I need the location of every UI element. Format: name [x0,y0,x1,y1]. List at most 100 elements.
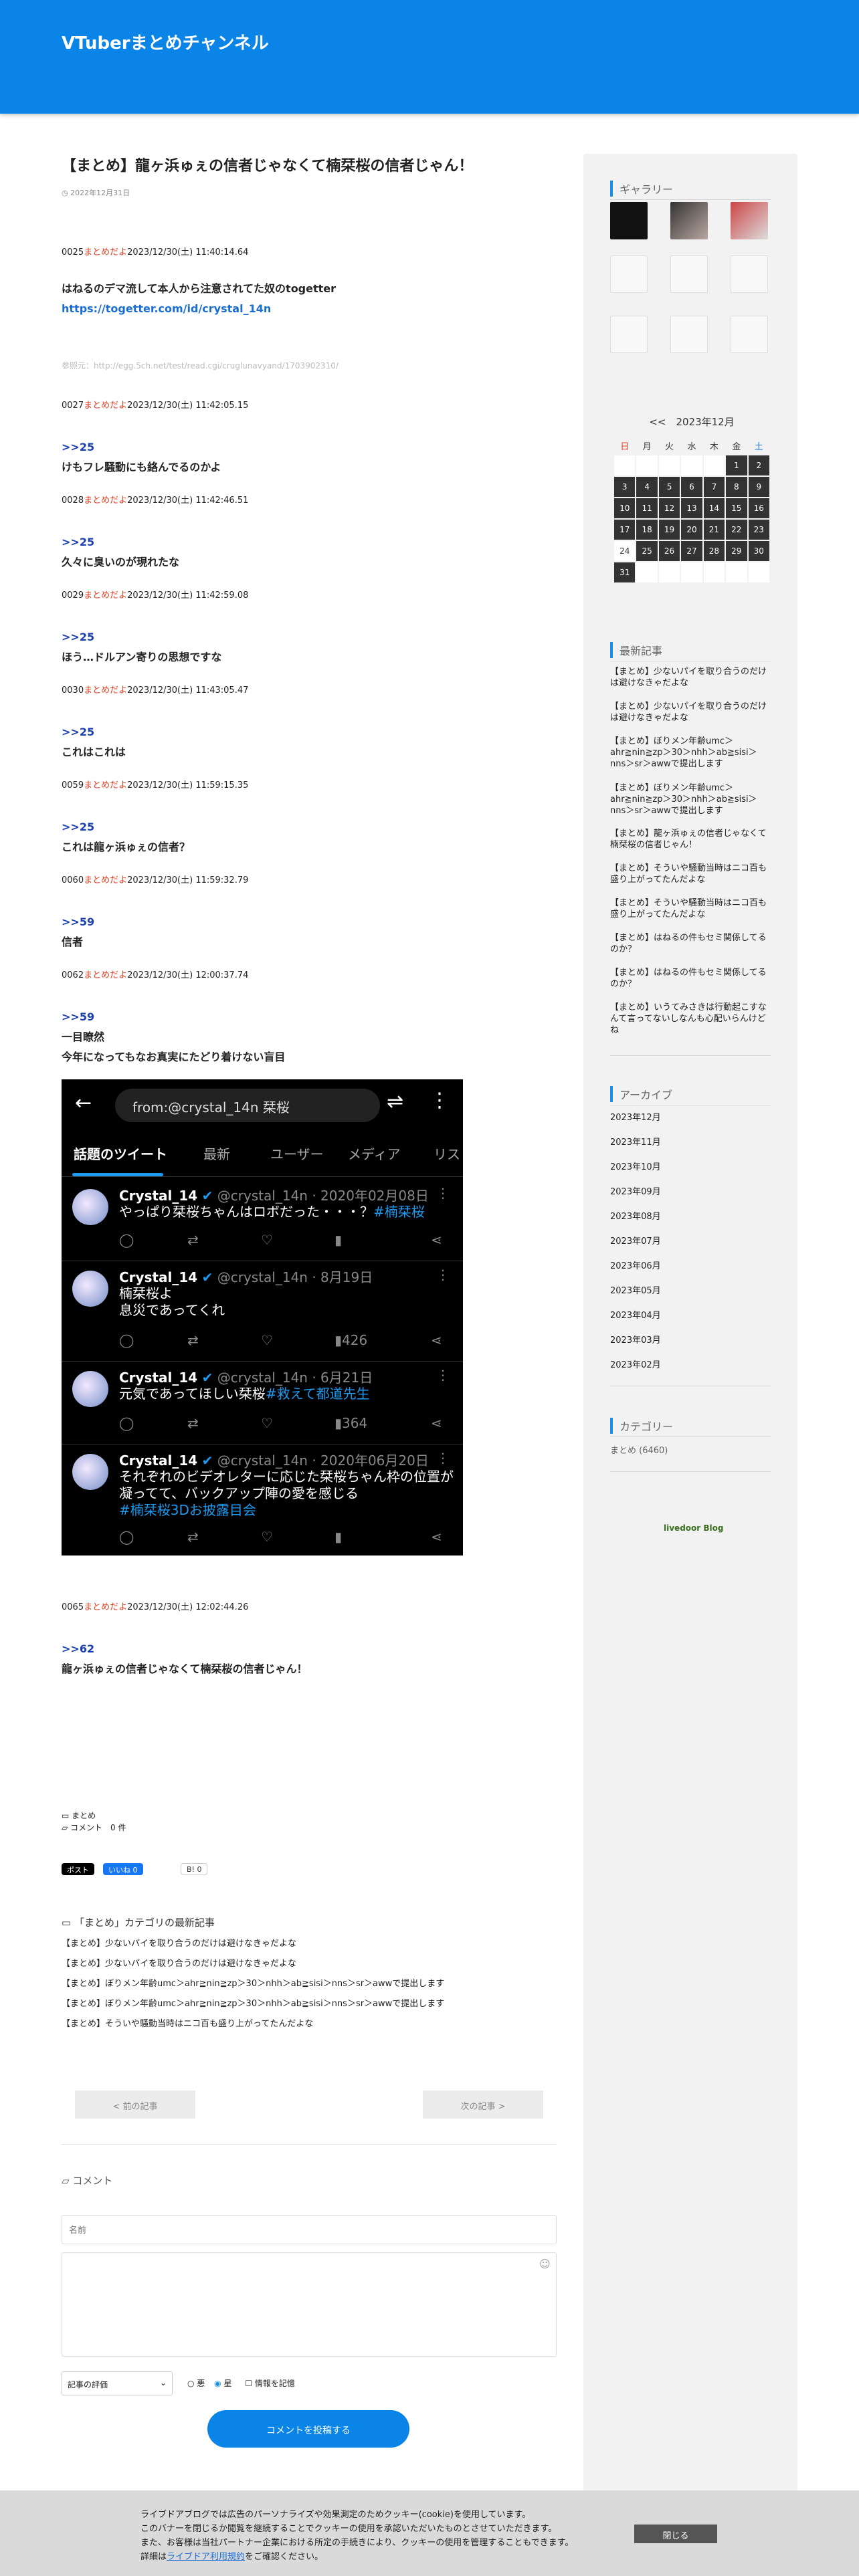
calendar-day[interactable]: 2 [748,455,769,475]
category-latest-item[interactable]: 【まとめ】そういや騒動当時はニコ百も盛り上がってたんだよな [62,2019,557,2030]
archive-item[interactable]: 2023年10月 [610,1160,661,1172]
next-article-button[interactable]: 次の記事 > [423,2090,543,2119]
gallery-thumb[interactable] [670,255,708,293]
x-post-button[interactable]: ポスト [62,1863,94,1875]
facebook-like-button[interactable]: いいね 0 [103,1863,143,1875]
recent-item[interactable]: 【まとめ】少ないパイを取り合うのだけは避けなきゃだよな [610,701,771,724]
calendar-day[interactable]: 11 [636,498,658,518]
post-anchor[interactable]: >>62 [62,1639,557,1659]
recent-item[interactable]: 【まとめ】ぼりメン年齢umc＞ahr≧nin≧zp＞30＞nhh＞ab≧sisi… [610,782,771,817]
category-tag-label[interactable]: まとめ [72,1811,96,1820]
recent-item[interactable]: 【まとめ】いうてみさきは行動起こすなんて言ってないしなんも心配いらんけどね [610,1002,771,1036]
comment-body-textarea[interactable] [62,2252,557,2357]
prev-article-button[interactable]: < 前の記事 [75,2090,195,2119]
gallery-thumb[interactable] [731,202,768,239]
category-latest-item[interactable]: 【まとめ】ぼりメン年齢umc＞ahr≧nin≧zp＞30＞nhh＞ab≧sisi… [62,1979,557,1990]
cookie-close-button[interactable]: 閉じる [634,2525,717,2543]
tweet-text: やっぱり栞桜ちゃんはロボだった・・・？#楠栞桜 [119,1204,454,1220]
calendar-day[interactable]: 13 [681,498,702,518]
calendar-day[interactable]: 4 [636,477,658,497]
calendar-day[interactable]: 31 [614,562,636,582]
post-anchor[interactable]: >>59 [62,912,557,932]
gallery-thumb[interactable] [670,202,708,239]
post-link[interactable]: https://togetter.com/id/crystal_14n [62,299,557,319]
archive-item[interactable]: 2023年03月 [610,1333,661,1346]
calendar-day[interactable]: 1 [726,455,747,475]
post-anchor[interactable]: >>25 [62,722,557,742]
post-anchor[interactable]: >>25 [62,532,557,552]
calendar-prev-link[interactable]: << [649,416,666,428]
gallery-thumb[interactable] [731,316,768,353]
comment-count[interactable]: ▱ コメント 0 件 [62,1822,126,1834]
terms-link[interactable]: ライブドア利用規約 [167,2552,245,2562]
archive-item[interactable]: 2023年09月 [610,1184,661,1197]
calendar-day[interactable]: 18 [636,520,658,540]
gallery-thumb[interactable] [610,316,648,353]
calendar-day[interactable]: 8 [726,477,747,497]
remember-checkbox[interactable]: ☐ 情報を記憶 [245,2379,295,2388]
category-latest-item[interactable]: 【まとめ】ぼりメン年齢umc＞ahr≧nin≧zp＞30＞nhh＞ab≧sisi… [62,1999,557,2010]
category-latest-item[interactable]: 【まとめ】少ないパイを取り合うのだけは避けなきゃだよな [62,1959,557,1969]
calendar-day[interactable]: 3 [614,477,636,497]
archive-item[interactable]: 2023年08月 [610,1209,661,1222]
calendar-day[interactable]: 19 [658,520,680,540]
rating-good-radio[interactable]: ◉ 星 [214,2379,231,2388]
archive-item[interactable]: 2023年04月 [610,1308,661,1321]
recent-item[interactable]: 【まとめ】はねるの件もセミ関係してるのか？ [610,932,771,955]
calendar-day[interactable]: 14 [703,498,725,518]
comment-name-input[interactable] [62,2215,557,2244]
comment-count-label[interactable]: コメント 0 件 [70,1823,126,1832]
recent-item[interactable]: 【まとめ】そういや騒動当時はニコ百も盛り上がってたんだよな [610,897,771,920]
archive-item[interactable]: 2023年05月 [610,1283,661,1296]
archive-item[interactable]: 2023年07月 [610,1234,661,1247]
recent-item[interactable]: 【まとめ】ぼりメン年齢umc＞ahr≧nin≧zp＞30＞nhh＞ab≧sisi… [610,736,771,770]
calendar-day[interactable]: 26 [658,541,680,561]
category-latest-item[interactable]: 【まとめ】少ないパイを取り合うのだけは避けなきゃだよな [62,1939,557,1949]
category-item[interactable]: まとめ (6460) [610,1443,668,1456]
recent-item[interactable]: 【まとめ】龍ヶ浜ゅぇの信者じゃなくて楠栞桜の信者じゃん！ [610,828,771,851]
archive-item[interactable]: 2023年06月 [610,1259,661,1271]
calendar-day[interactable]: 9 [748,477,769,497]
calendar-day[interactable]: 23 [748,520,769,540]
calendar-day[interactable]: 28 [703,541,725,561]
calendar-day[interactable]: 12 [658,498,680,518]
post: 0065まとめだよ2023/12/30(土) 12:02:44.26 >>62 龍… [62,1600,557,1679]
calendar-day[interactable]: 6 [681,477,702,497]
reference-link[interactable]: 参照元：http://egg.5ch.net/test/read.cgi/cru… [62,360,339,371]
calendar-day[interactable]: 30 [748,541,769,561]
gallery-thumb[interactable] [670,316,708,353]
rating-select[interactable]: 記事の評価 ⌄ [62,2371,173,2395]
hatena-bookmark-button[interactable]: B! 0 [181,1863,208,1875]
recent-item[interactable]: 【まとめ】はねるの件もセミ関係してるのか？ [610,967,771,990]
calendar-day[interactable]: 25 [636,541,658,561]
archive-item[interactable]: 2023年02月 [610,1358,661,1370]
calendar-day[interactable]: 5 [658,477,680,497]
livedoor-logo[interactable]: livedoor Blog [664,1523,723,1533]
category-tag[interactable]: ▭ まとめ [62,1810,126,1822]
gallery-thumb[interactable] [731,255,768,293]
calendar-day[interactable]: 7 [703,477,725,497]
archive-item[interactable]: 2023年12月 [610,1110,661,1123]
post-anchor[interactable]: >>25 [62,437,557,457]
archive-item[interactable]: 2023年11月 [610,1135,661,1148]
emoji-icon[interactable]: ☺ [539,2258,551,2270]
site-title[interactable]: VTuberまとめチャンネル [62,29,269,54]
post-anchor[interactable]: >>25 [62,627,557,647]
calendar-day[interactable]: 17 [614,520,636,540]
calendar-day[interactable]: 21 [703,520,725,540]
calendar-day[interactable]: 20 [681,520,702,540]
gallery-thumb[interactable] [610,202,648,239]
calendar-day[interactable]: 27 [681,541,702,561]
recent-item[interactable]: 【まとめ】少ないパイを取り合うのだけは避けなきゃだよな [610,666,771,689]
calendar-day[interactable]: 16 [748,498,769,518]
rating-bad-radio[interactable]: ○ 悪 [187,2379,205,2388]
gallery-thumb[interactable] [610,255,648,293]
post-anchor[interactable]: >>59 [62,1007,557,1027]
post-anchor[interactable]: >>25 [62,817,557,837]
calendar-day[interactable]: 22 [726,520,747,540]
submit-comment-button[interactable]: コメントを投稿する [207,2410,409,2448]
recent-item[interactable]: 【まとめ】そういや騒動当時はニコ百も盛り上がってたんだよな [610,863,771,885]
calendar-day[interactable]: 15 [726,498,747,518]
calendar-day[interactable]: 29 [726,541,747,561]
calendar-day[interactable]: 10 [614,498,636,518]
